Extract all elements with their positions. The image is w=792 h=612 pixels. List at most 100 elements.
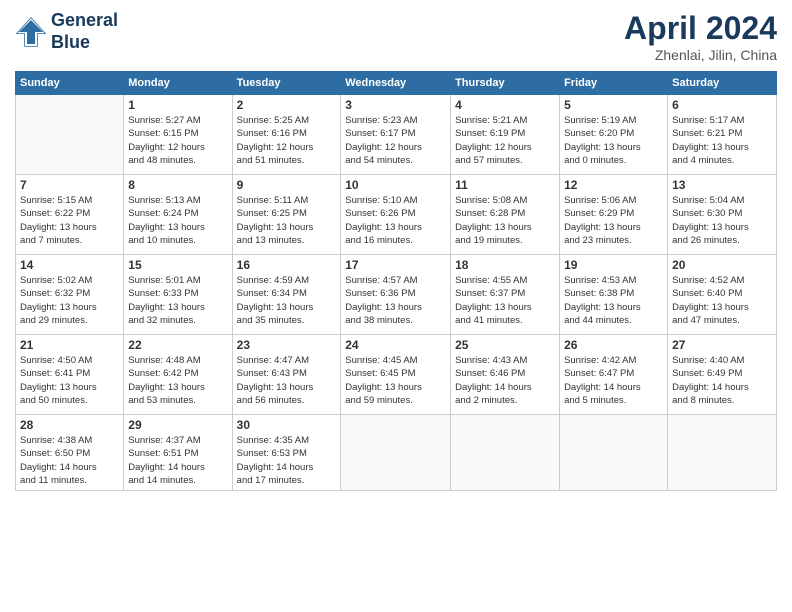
calendar-cell: 14 Sunrise: 5:02 AM Sunset: 6:32 PM Dayli… (16, 255, 124, 335)
day-number: 25 (455, 338, 555, 352)
day-number: 26 (564, 338, 663, 352)
day-info: Sunrise: 5:13 AM Sunset: 6:24 PM Dayligh… (128, 194, 227, 247)
day-number: 24 (345, 338, 446, 352)
calendar-cell: 8 Sunrise: 5:13 AM Sunset: 6:24 PM Daylig… (124, 175, 232, 255)
calendar-cell: 19 Sunrise: 4:53 AM Sunset: 6:38 PM Dayli… (560, 255, 668, 335)
logo: General Blue (15, 10, 118, 53)
calendar-cell: 13 Sunrise: 5:04 AM Sunset: 6:30 PM Dayli… (668, 175, 777, 255)
header-row: SundayMondayTuesdayWednesdayThursdayFrid… (16, 72, 777, 95)
calendar-cell: 2Sunrise: 5:25 AM Sunset: 6:16 PM Daylig… (232, 95, 341, 175)
day-number: 20 (672, 258, 772, 272)
calendar-cell: 18 Sunrise: 4:55 AM Sunset: 6:37 PM Dayli… (451, 255, 560, 335)
day-number: 18 (455, 258, 555, 272)
day-number: 15 (128, 258, 227, 272)
calendar-cell (16, 95, 124, 175)
logo-icon (15, 16, 47, 48)
day-number: 4 (455, 98, 555, 112)
day-info: Sunrise: 4:59 AM Sunset: 6:34 PM Dayligh… (237, 274, 337, 327)
week-row-2: 7Sunrise: 5:15 AM Sunset: 6:22 PM Daylig… (16, 175, 777, 255)
calendar-cell: 23Sunrise: 4:47 AM Sunset: 6:43 PM Dayli… (232, 335, 341, 415)
header-cell-friday: Friday (560, 72, 668, 95)
day-info: Sunrise: 5:21 AM Sunset: 6:19 PM Dayligh… (455, 114, 555, 167)
week-row-4: 21Sunrise: 4:50 AM Sunset: 6:41 PM Dayli… (16, 335, 777, 415)
calendar-cell: 9Sunrise: 5:11 AM Sunset: 6:25 PM Daylig… (232, 175, 341, 255)
day-info: Sunrise: 4:43 AM Sunset: 6:46 PM Dayligh… (455, 354, 555, 407)
day-info: Sunrise: 4:53 AM Sunset: 6:38 PM Dayligh… (564, 274, 663, 327)
calendar-cell: 17Sunrise: 4:57 AM Sunset: 6:36 PM Dayli… (341, 255, 451, 335)
day-info: Sunrise: 4:45 AM Sunset: 6:45 PM Dayligh… (345, 354, 446, 407)
calendar-cell: 29 Sunrise: 4:37 AM Sunset: 6:51 PM Dayli… (124, 415, 232, 491)
month-title: April 2024 (624, 10, 777, 47)
day-info: Sunrise: 5:04 AM Sunset: 6:30 PM Dayligh… (672, 194, 772, 247)
day-info: Sunrise: 4:40 AM Sunset: 6:49 PM Dayligh… (672, 354, 772, 407)
calendar-body: 1 Sunrise: 5:27 AM Sunset: 6:15 PM Daylig… (16, 95, 777, 491)
header-cell-sunday: Sunday (16, 72, 124, 95)
title-area: April 2024 Zhenlai, Jilin, China (624, 10, 777, 63)
day-number: 22 (128, 338, 227, 352)
day-info: Sunrise: 5:11 AM Sunset: 6:25 PM Dayligh… (237, 194, 337, 247)
calendar-cell: 12 Sunrise: 5:06 AM Sunset: 6:29 PM Dayli… (560, 175, 668, 255)
day-info: Sunrise: 5:27 AM Sunset: 6:15 PM Dayligh… (128, 114, 227, 167)
day-number: 10 (345, 178, 446, 192)
calendar-cell: 26 Sunrise: 4:42 AM Sunset: 6:47 PM Dayli… (560, 335, 668, 415)
calendar-cell: 11 Sunrise: 5:08 AM Sunset: 6:28 PM Dayli… (451, 175, 560, 255)
day-number: 29 (128, 418, 227, 432)
page-container: General Blue April 2024 Zhenlai, Jilin, … (0, 0, 792, 501)
day-info: Sunrise: 5:02 AM Sunset: 6:32 PM Dayligh… (20, 274, 119, 327)
calendar-cell: 27 Sunrise: 4:40 AM Sunset: 6:49 PM Dayli… (668, 335, 777, 415)
day-info: Sunrise: 4:42 AM Sunset: 6:47 PM Dayligh… (564, 354, 663, 407)
header-cell-tuesday: Tuesday (232, 72, 341, 95)
calendar-cell: 5 Sunrise: 5:19 AM Sunset: 6:20 PM Daylig… (560, 95, 668, 175)
day-info: Sunrise: 5:19 AM Sunset: 6:20 PM Dayligh… (564, 114, 663, 167)
day-number: 12 (564, 178, 663, 192)
day-info: Sunrise: 4:50 AM Sunset: 6:41 PM Dayligh… (20, 354, 119, 407)
calendar-cell: 28 Sunrise: 4:38 AM Sunset: 6:50 PM Dayli… (16, 415, 124, 491)
day-info: Sunrise: 5:10 AM Sunset: 6:26 PM Dayligh… (345, 194, 446, 247)
calendar-cell: 10 Sunrise: 5:10 AM Sunset: 6:26 PM Dayli… (341, 175, 451, 255)
day-number: 3 (345, 98, 446, 112)
day-info: Sunrise: 5:17 AM Sunset: 6:21 PM Dayligh… (672, 114, 772, 167)
calendar-cell: 20 Sunrise: 4:52 AM Sunset: 6:40 PM Dayli… (668, 255, 777, 335)
day-number: 27 (672, 338, 772, 352)
calendar-cell: 1 Sunrise: 5:27 AM Sunset: 6:15 PM Daylig… (124, 95, 232, 175)
calendar-cell (560, 415, 668, 491)
calendar-cell: 15Sunrise: 5:01 AM Sunset: 6:33 PM Dayli… (124, 255, 232, 335)
day-number: 6 (672, 98, 772, 112)
header-cell-saturday: Saturday (668, 72, 777, 95)
calendar-cell: 4 Sunrise: 5:21 AM Sunset: 6:19 PM Daylig… (451, 95, 560, 175)
day-info: Sunrise: 4:52 AM Sunset: 6:40 PM Dayligh… (672, 274, 772, 327)
day-number: 11 (455, 178, 555, 192)
calendar-cell: 30 Sunrise: 4:35 AM Sunset: 6:53 PM Dayli… (232, 415, 341, 491)
day-number: 1 (128, 98, 227, 112)
day-info: Sunrise: 4:57 AM Sunset: 6:36 PM Dayligh… (345, 274, 446, 327)
day-number: 5 (564, 98, 663, 112)
day-number: 28 (20, 418, 119, 432)
calendar-cell: 6 Sunrise: 5:17 AM Sunset: 6:21 PM Daylig… (668, 95, 777, 175)
day-info: Sunrise: 4:48 AM Sunset: 6:42 PM Dayligh… (128, 354, 227, 407)
calendar-cell: 3Sunrise: 5:23 AM Sunset: 6:17 PM Daylig… (341, 95, 451, 175)
header-cell-monday: Monday (124, 72, 232, 95)
day-number: 23 (237, 338, 337, 352)
day-number: 30 (237, 418, 337, 432)
header-cell-thursday: Thursday (451, 72, 560, 95)
day-info: Sunrise: 4:38 AM Sunset: 6:50 PM Dayligh… (20, 434, 119, 487)
day-info: Sunrise: 4:35 AM Sunset: 6:53 PM Dayligh… (237, 434, 337, 487)
day-number: 16 (237, 258, 337, 272)
calendar-cell: 22 Sunrise: 4:48 AM Sunset: 6:42 PM Dayli… (124, 335, 232, 415)
calendar-cell: 7Sunrise: 5:15 AM Sunset: 6:22 PM Daylig… (16, 175, 124, 255)
logo-text: General Blue (51, 10, 118, 53)
day-info: Sunrise: 4:55 AM Sunset: 6:37 PM Dayligh… (455, 274, 555, 327)
week-row-5: 28 Sunrise: 4:38 AM Sunset: 6:50 PM Dayli… (16, 415, 777, 491)
day-number: 13 (672, 178, 772, 192)
day-info: Sunrise: 5:06 AM Sunset: 6:29 PM Dayligh… (564, 194, 663, 247)
day-number: 19 (564, 258, 663, 272)
calendar-cell: 21Sunrise: 4:50 AM Sunset: 6:41 PM Dayli… (16, 335, 124, 415)
day-number: 8 (128, 178, 227, 192)
header-cell-wednesday: Wednesday (341, 72, 451, 95)
calendar-cell: 24 Sunrise: 4:45 AM Sunset: 6:45 PM Dayli… (341, 335, 451, 415)
day-info: Sunrise: 5:08 AM Sunset: 6:28 PM Dayligh… (455, 194, 555, 247)
day-number: 14 (20, 258, 119, 272)
logo-line1: General (51, 10, 118, 32)
day-info: Sunrise: 4:37 AM Sunset: 6:51 PM Dayligh… (128, 434, 227, 487)
day-info: Sunrise: 5:15 AM Sunset: 6:22 PM Dayligh… (20, 194, 119, 247)
